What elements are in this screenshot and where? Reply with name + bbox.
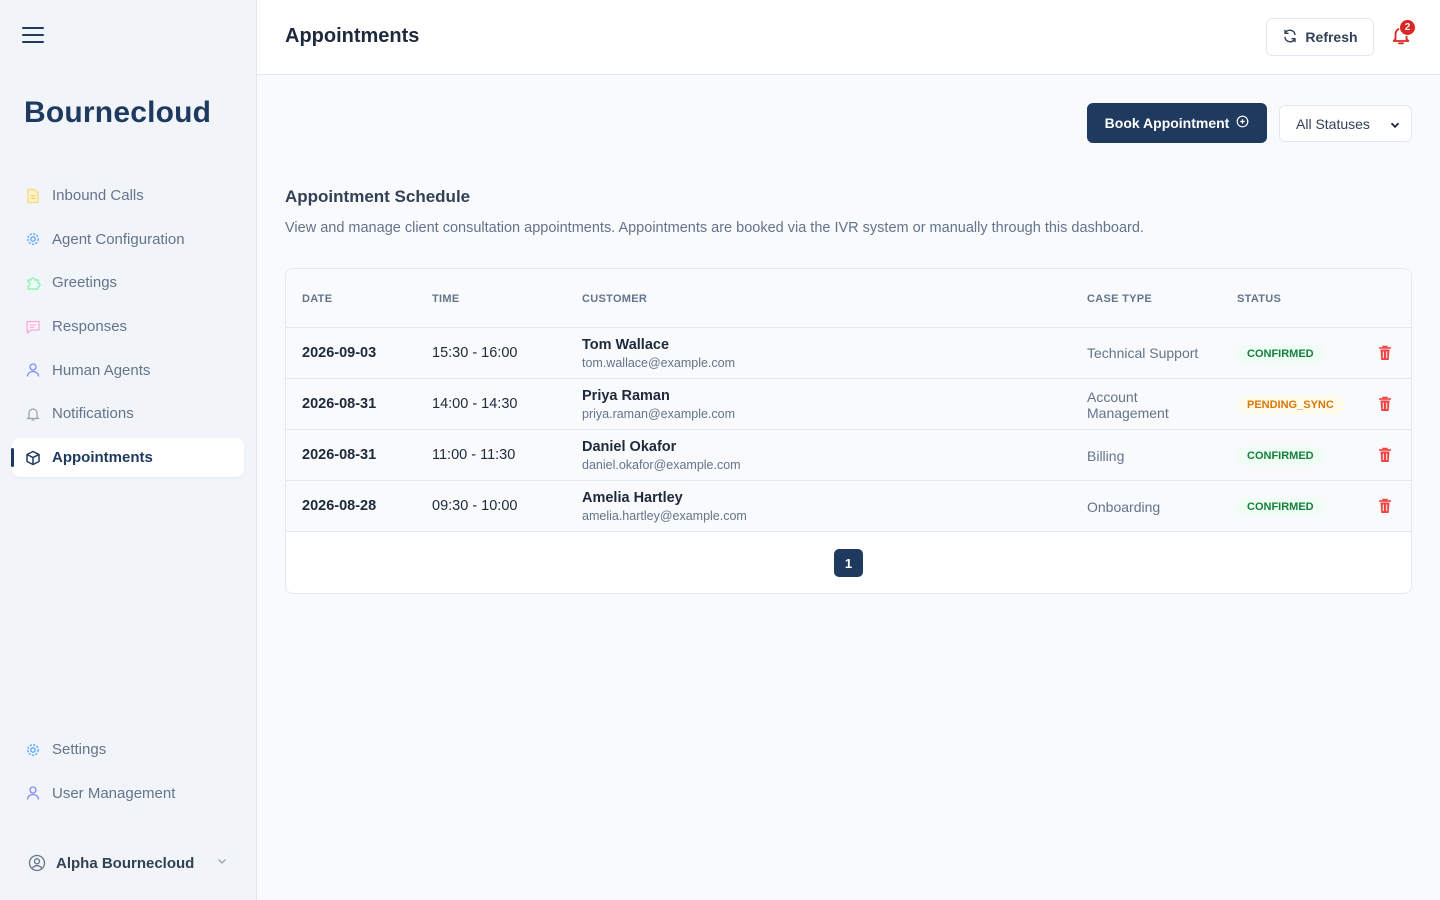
sidebar-item-inbound-calls[interactable]: Inbound Calls bbox=[12, 176, 244, 215]
status-badge: PENDING_SYNC bbox=[1237, 396, 1344, 414]
status-badge: CONFIRMED bbox=[1237, 447, 1324, 465]
sidebar: Bournecloud Inbound Calls Agent Configur… bbox=[0, 0, 257, 900]
puzzle-icon bbox=[24, 274, 42, 292]
sidebar-item-settings[interactable]: Settings bbox=[12, 730, 244, 769]
case-type: Billing bbox=[1087, 448, 1125, 464]
table-row[interactable]: 2026-08-31 11:00 - 11:30 Daniel Okafor d… bbox=[286, 430, 1411, 481]
customer-name: Amelia Hartley bbox=[582, 490, 683, 506]
sidebar-item-human-agents[interactable]: Human Agents bbox=[12, 351, 244, 390]
table-row[interactable]: 2026-08-28 09:30 - 10:00 Amelia Hartley … bbox=[286, 481, 1411, 532]
customer-email: daniel.okafor@example.com bbox=[582, 458, 741, 472]
document-icon bbox=[24, 187, 42, 205]
sidebar-item-appointments[interactable]: Appointments bbox=[11, 438, 244, 478]
sidebar-item-label: Human Agents bbox=[52, 361, 151, 379]
customer-name: Daniel Okafor bbox=[582, 439, 677, 455]
page-title: Appointments bbox=[285, 25, 420, 47]
appointment-date: 2026-09-03 bbox=[302, 345, 377, 361]
user-circle-icon bbox=[28, 854, 46, 872]
table-row[interactable]: 2026-09-03 15:30 - 16:00 Tom Wallace tom… bbox=[286, 328, 1411, 379]
gear-icon bbox=[24, 230, 42, 248]
plus-circle-icon bbox=[1236, 115, 1249, 131]
user-icon bbox=[24, 361, 42, 379]
sidebar-item-label: Responses bbox=[52, 318, 128, 336]
sidebar-item-notifications[interactable]: Notifications bbox=[12, 394, 244, 433]
brand-logo: Bournecloud bbox=[24, 96, 212, 129]
refresh-button[interactable]: Refresh bbox=[1266, 18, 1374, 56]
sidebar-item-label: Agent Configuration bbox=[52, 230, 185, 248]
user-name: Alpha Bournecloud bbox=[56, 854, 195, 872]
trash-icon[interactable] bbox=[1378, 345, 1394, 362]
trash-icon[interactable] bbox=[1378, 447, 1394, 464]
sidebar-nav: Inbound Calls Agent Configuration Greeti… bbox=[11, 176, 244, 482]
status-filter-select[interactable]: All Statuses bbox=[1279, 105, 1412, 142]
cube-icon bbox=[24, 449, 42, 467]
section-description: View and manage client consultation appo… bbox=[285, 220, 1144, 236]
top-header: Appointments Refresh 2 bbox=[257, 0, 1440, 75]
chevron-down-icon bbox=[1389, 118, 1401, 134]
sidebar-item-user-management[interactable]: User Management bbox=[12, 774, 244, 813]
appointment-time: 14:00 - 14:30 bbox=[432, 396, 518, 412]
notification-count-badge: 2 bbox=[1399, 19, 1416, 36]
appointment-time: 09:30 - 10:00 bbox=[432, 498, 518, 514]
status-badge: CONFIRMED bbox=[1237, 498, 1324, 516]
sidebar-item-label: Greetings bbox=[52, 274, 118, 292]
status-badge: CONFIRMED bbox=[1237, 345, 1324, 363]
column-header-time: TIME bbox=[432, 293, 460, 305]
table-row[interactable]: 2026-08-31 14:00 - 14:30 Priya Raman pri… bbox=[286, 379, 1411, 430]
customer-email: amelia.hartley@example.com bbox=[582, 509, 747, 523]
customer-name: Tom Wallace bbox=[582, 337, 670, 353]
user-menu[interactable]: Alpha Bournecloud bbox=[28, 850, 228, 876]
appointment-time: 15:30 - 16:00 bbox=[432, 345, 518, 361]
sidebar-item-label: Appointments bbox=[52, 449, 153, 467]
book-appointment-label: Book Appointment bbox=[1104, 115, 1230, 131]
column-header-status: STATUS bbox=[1237, 293, 1282, 305]
case-type: Account Management bbox=[1087, 389, 1169, 421]
sidebar-item-label: User Management bbox=[52, 784, 176, 802]
case-type: Onboarding bbox=[1087, 499, 1161, 515]
sidebar-item-greetings[interactable]: Greetings bbox=[12, 263, 244, 302]
customer-email: tom.wallace@example.com bbox=[582, 356, 736, 370]
column-header-date: DATE bbox=[302, 293, 333, 305]
appointment-date: 2026-08-31 bbox=[302, 447, 377, 463]
chat-icon bbox=[24, 318, 42, 336]
customer-name: Priya Raman bbox=[582, 388, 670, 404]
sidebar-bottom-nav: Settings User Management bbox=[12, 730, 244, 817]
user-icon bbox=[24, 784, 42, 802]
book-appointment-button[interactable]: Book Appointment bbox=[1087, 103, 1267, 143]
trash-icon[interactable] bbox=[1378, 396, 1394, 413]
sidebar-item-responses[interactable]: Responses bbox=[12, 307, 244, 346]
appointments-table: DATE TIME CUSTOMER CASE TYPE STATUS 2026… bbox=[285, 268, 1412, 594]
column-header-case-type: CASE TYPE bbox=[1087, 293, 1153, 305]
bell-icon bbox=[24, 405, 42, 423]
status-filter-value: All Statuses bbox=[1296, 115, 1370, 132]
appointment-date: 2026-08-28 bbox=[302, 498, 377, 514]
pagination-page-button[interactable]: 1 bbox=[834, 549, 863, 577]
refresh-icon bbox=[1282, 28, 1298, 47]
table-header: DATE TIME CUSTOMER CASE TYPE STATUS bbox=[286, 269, 1411, 328]
gear-icon bbox=[24, 741, 42, 759]
column-header-customer: CUSTOMER bbox=[582, 293, 648, 305]
trash-icon[interactable] bbox=[1378, 498, 1394, 515]
chevron-down-icon bbox=[216, 854, 228, 871]
customer-email: priya.raman@example.com bbox=[582, 407, 736, 421]
section-title: Appointment Schedule bbox=[285, 187, 471, 206]
refresh-label: Refresh bbox=[1305, 29, 1358, 45]
sidebar-item-label: Settings bbox=[52, 741, 107, 758]
sidebar-item-agent-configuration[interactable]: Agent Configuration bbox=[12, 220, 244, 259]
case-type: Technical Support bbox=[1087, 345, 1199, 361]
menu-icon[interactable] bbox=[22, 27, 44, 45]
appointment-time: 11:00 - 11:30 bbox=[432, 447, 516, 463]
appointment-date: 2026-08-31 bbox=[302, 396, 377, 412]
sidebar-item-label: Inbound Calls bbox=[52, 187, 144, 204]
sidebar-item-label: Notifications bbox=[52, 405, 134, 423]
